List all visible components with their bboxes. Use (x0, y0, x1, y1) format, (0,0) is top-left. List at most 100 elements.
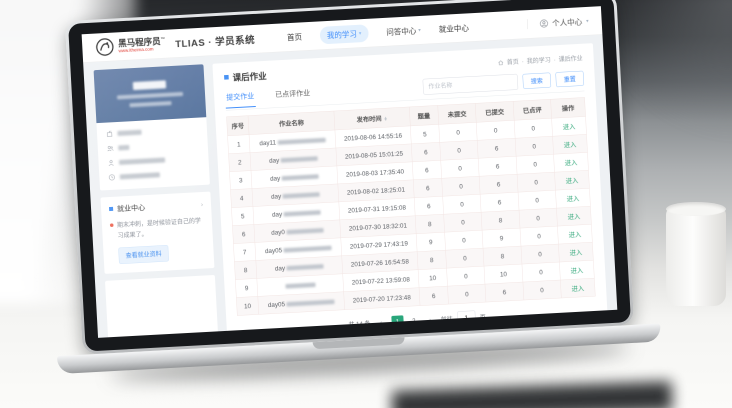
cell-not-submitted: 0 (445, 230, 484, 250)
enter-link[interactable]: 进入 (571, 285, 584, 293)
cell-reviewed: 0 (518, 190, 557, 210)
cell-not-submitted: 0 (439, 122, 478, 142)
job-center-header[interactable]: 就业中心 › (109, 199, 203, 214)
view-job-profile-button[interactable]: 查看就业资料 (118, 245, 169, 264)
tab-submit-homework[interactable]: 提交作业 (225, 90, 256, 108)
cell-reviewed: 0 (523, 280, 562, 300)
tab-reviewed-homework[interactable]: 已点评作业 (274, 87, 312, 104)
col-submitted: 已提交 (475, 101, 514, 122)
profile-hero (94, 64, 207, 123)
goto-suffix: 页 (480, 313, 486, 322)
sort-icon[interactable]: ▲▼ (383, 117, 387, 121)
cell-index: 1 (228, 135, 250, 154)
top-nav: 首页 我的学习 ▾ 问答中心 ▾ 就业中心 (286, 19, 469, 46)
enter-link[interactable]: 进入 (564, 141, 577, 149)
brand-logo[interactable]: 黑马程序员™ www.itheima.com (95, 34, 166, 57)
col-reviewed: 已点评 (513, 99, 552, 120)
profile-detail-list (96, 117, 209, 190)
enter-link[interactable]: 进入 (569, 249, 582, 257)
enter-link[interactable]: 进入 (567, 213, 580, 221)
cell-submitted: 0 (476, 120, 515, 140)
nav-item-job-center[interactable]: 就业中心 (439, 22, 470, 34)
cell-published: 2019-07-20 17:23:48 (344, 288, 420, 310)
cell-not-submitted: 0 (446, 248, 485, 268)
user-menu[interactable]: 个人中心 ▾ (527, 16, 589, 30)
blue-square-bullet (109, 207, 113, 211)
nav-item-my-learning[interactable]: 我的学习 ▾ (319, 24, 368, 44)
enter-link[interactable]: 进入 (565, 159, 578, 167)
cell-reviewed: 0 (517, 172, 556, 192)
search-controls: 搜索 重置 (423, 70, 585, 95)
cell-total: 8 (415, 214, 445, 234)
cell-reviewed: 0 (521, 244, 560, 264)
page-button-2[interactable]: 2 (408, 314, 421, 327)
laptop-bezel: 黑马程序员™ www.itheima.com TLIAS · 学员系统 首页 我… (68, 0, 631, 352)
person-icon (107, 159, 114, 166)
col-action: 操作 (551, 97, 586, 118)
breadcrumb-item[interactable]: 首页 (506, 57, 518, 66)
col-index: 序号 (227, 116, 250, 136)
cell-submitted: 10 (484, 264, 523, 284)
cell-total: 6 (411, 142, 441, 162)
cell-submitted: 8 (481, 210, 520, 230)
breadcrumb-item: 课后作业 (558, 54, 582, 64)
enter-link[interactable]: 进入 (570, 267, 583, 275)
cell-total: 9 (416, 232, 446, 252)
cell-reviewed: 0 (519, 208, 558, 228)
blurred-name (283, 192, 320, 198)
table-body: 1 day11 2019-08-06 14:55:16 5 0 0 0 进入 (228, 116, 596, 315)
list-item (108, 169, 200, 181)
homework-table: 序号 作业名称 发布时间▲▼ 题量 未提交 已提交 已点评 操作 (226, 97, 595, 316)
cell-total: 8 (417, 250, 447, 270)
goto-page-input[interactable] (457, 310, 476, 325)
nav-item-qa-center[interactable]: 问答中心 ▾ (386, 25, 421, 37)
blurred-name (285, 282, 315, 288)
sidebar: 就业中心 › 期末冲刺，是时候验证自己的学习成果了。 查看就业资料 (94, 64, 219, 338)
blurred-name (287, 264, 324, 270)
cell-total: 5 (410, 124, 440, 144)
cell-not-submitted: 0 (447, 266, 486, 286)
nav-item-home[interactable]: 首页 (287, 31, 303, 42)
enter-link[interactable]: 进入 (567, 195, 580, 203)
next-page-button[interactable]: › (424, 314, 437, 327)
cell-index: 3 (230, 171, 252, 190)
cell-total: 6 (419, 286, 449, 306)
notice-text: 期末冲刺，是时候验证自己的学习成果了。 (117, 215, 205, 241)
enter-link[interactable]: 进入 (568, 231, 581, 239)
cell-submitted: 6 (479, 174, 518, 194)
cell-index: 4 (230, 189, 252, 208)
blurred-name (286, 228, 323, 234)
desk-edge-shadow (392, 381, 673, 408)
homework-name-input[interactable] (423, 74, 519, 95)
cell-index: 2 (229, 153, 251, 172)
cell-index: 7 (233, 242, 255, 261)
reset-button[interactable]: 重置 (555, 71, 584, 87)
col-total: 题量 (409, 105, 439, 126)
prev-page-button[interactable]: ‹ (375, 316, 388, 329)
chevron-down-icon: ▾ (359, 30, 362, 36)
coffee-cup (666, 206, 726, 306)
brand-url: www.itheima.com (118, 46, 165, 54)
cell-index: 10 (236, 296, 258, 315)
search-button[interactable]: 搜索 (522, 73, 551, 89)
laptop-screen-frame: 黑马程序员™ www.itheima.com TLIAS · 学员系统 首页 我… (65, 0, 634, 355)
blurred-name (284, 245, 332, 252)
home-icon (498, 59, 504, 65)
divider (527, 19, 528, 29)
user-name-blurred (133, 80, 166, 90)
chevron-right-icon: › (201, 200, 204, 208)
job-center-title: 就业中心 (117, 202, 145, 213)
laptop: 黑马程序员™ www.itheima.com TLIAS · 学员系统 首页 我… (65, 0, 635, 373)
page-button-1[interactable]: 1 (391, 315, 404, 328)
blurred-name (281, 156, 318, 162)
enter-link[interactable]: 进入 (566, 177, 579, 185)
product-title: TLIAS · 学员系统 (175, 32, 256, 50)
itheima-logo-icon (95, 37, 115, 57)
cell-not-submitted: 0 (442, 176, 481, 196)
cell-submitted: 6 (485, 282, 524, 302)
desk-photo: 黑马程序员™ www.itheima.com TLIAS · 学员系统 首页 我… (0, 0, 732, 408)
cell-not-submitted: 0 (448, 284, 487, 304)
enter-link[interactable]: 进入 (563, 123, 576, 131)
breadcrumb-item[interactable]: 我的学习 (526, 55, 550, 65)
job-center-card: 就业中心 › 期末冲刺，是时候验证自己的学习成果了。 查看就业资料 (100, 192, 214, 274)
